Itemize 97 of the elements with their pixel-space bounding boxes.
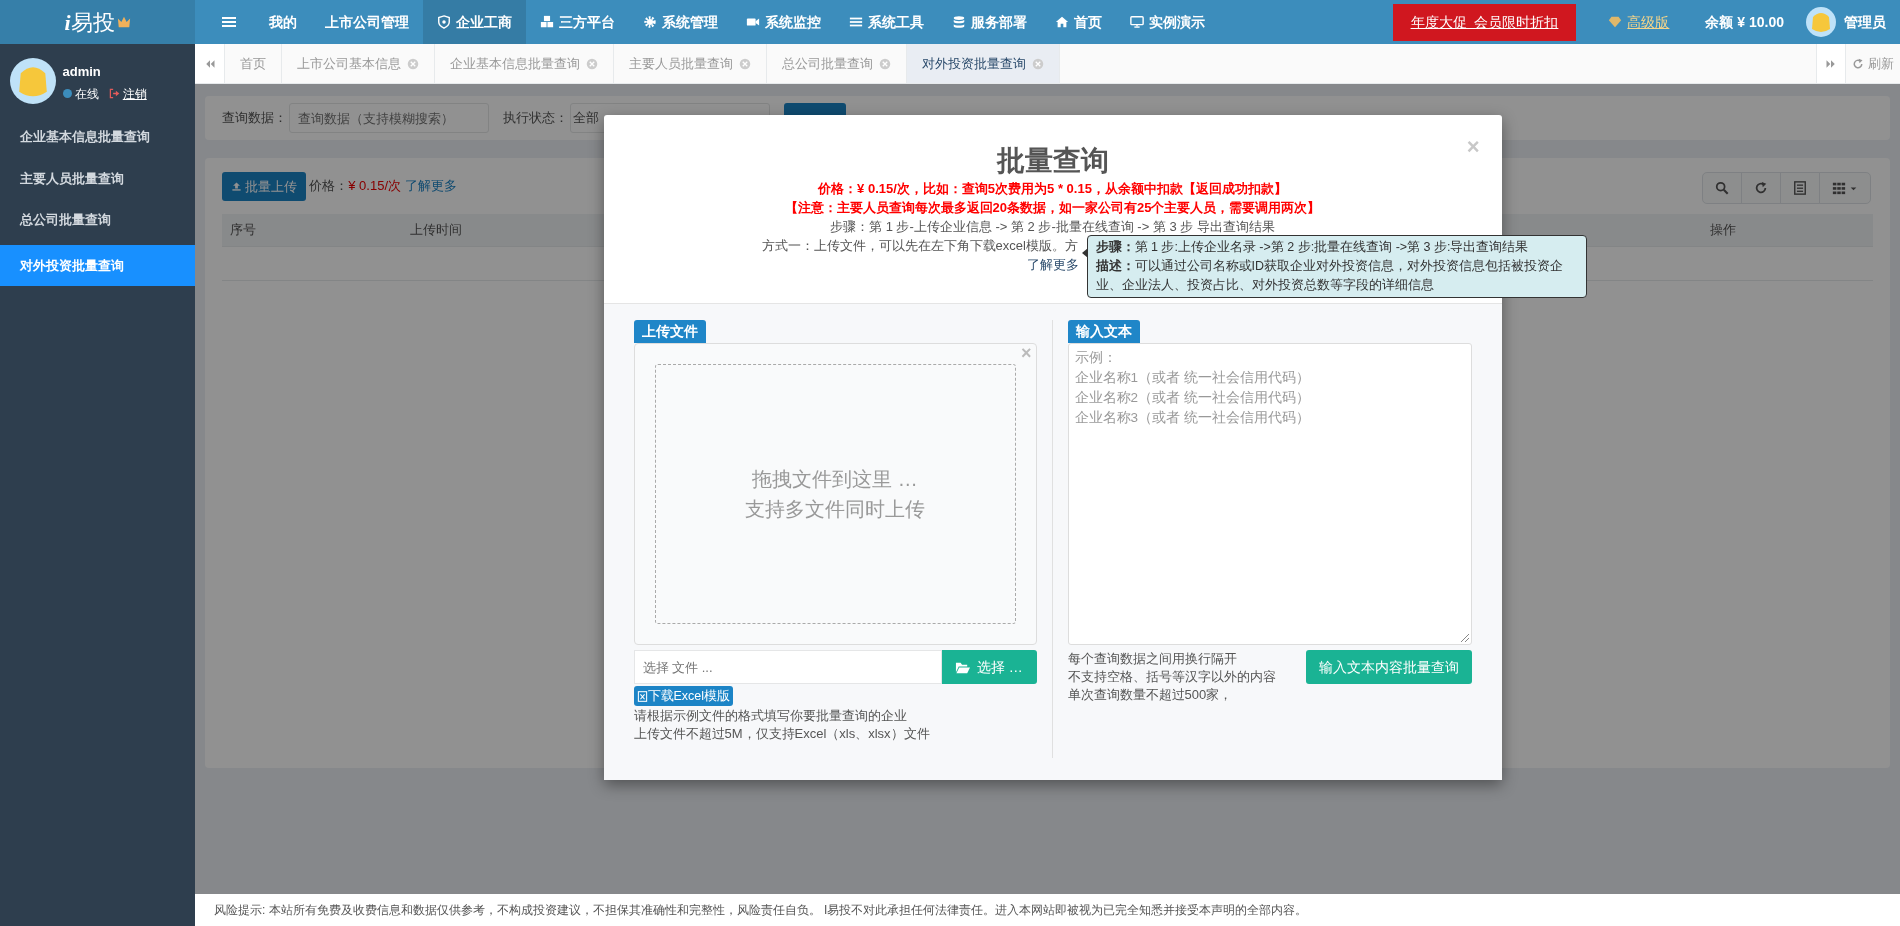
- hint-text: 每个查询数据之间用换行隔开: [1067, 650, 1238, 668]
- monitor-icon: [1130, 15, 1144, 29]
- shield-icon: [437, 15, 451, 29]
- file-name-field[interactable]: 选择 文件 ...: [633, 650, 942, 684]
- page-tab[interactable]: 对外投资批量查询: [907, 44, 1060, 83]
- balance-text: 余额 ¥ 10.00: [1704, 12, 1785, 32]
- download-template-button[interactable]: 下载Excel模版: [633, 686, 734, 706]
- status-dot: [62, 89, 72, 98]
- upload-button[interactable]: 批量上传: [222, 172, 307, 201]
- placeholder-text: 企业名称3（或者 统一社会信用代码）: [1074, 409, 1310, 427]
- column-header: 上传时间: [410, 222, 462, 238]
- note-text: 方式一：上传文件，可以先在左下角下载excel模版。方: [761, 238, 1078, 253]
- menu-icon: [221, 14, 237, 30]
- section-label: 输入文本: [1067, 320, 1140, 343]
- status-text: 在线: [74, 85, 99, 103]
- tooltip-text: 步骤：第 1 步:上传企业名录 ->第 2 步:批量在线查询 ->第 3 步:导出查询结果: [1095, 239, 1530, 256]
- scroll-left-button[interactable]: [195, 44, 225, 83]
- nav-link[interactable]: 首页: [1041, 0, 1116, 44]
- page-tab[interactable]: 主要人员批量查询: [614, 44, 767, 83]
- logout-icon: [108, 88, 120, 99]
- nav-link[interactable]: 系统监控: [732, 0, 835, 44]
- learn-more-link[interactable]: 了解更多: [1026, 257, 1079, 272]
- list-view-icon: [1792, 181, 1807, 195]
- nav-link[interactable]: 系统工具: [835, 0, 938, 44]
- nav-link[interactable]: 系统管理: [629, 0, 732, 44]
- sidebar-item[interactable]: 对外投资批量查询: [0, 244, 195, 286]
- database-icon: [952, 15, 966, 29]
- drop-text: 支持多文件同时上传: [745, 497, 925, 522]
- drop-zone[interactable]: × 拖拽文件到这里 … 支持多文件同时上传: [633, 343, 1037, 645]
- grid-icon: [1831, 181, 1846, 195]
- avatar: [1806, 7, 1836, 37]
- hint-text: 单次查询数量不超过500家，: [1067, 686, 1234, 704]
- cubes-icon: [540, 15, 554, 29]
- note-text: 步骤：第 1 步-上传企业信息 -> 第 2 步-批量在线查询 -> 第 3 步 导出查询结果: [830, 219, 1275, 234]
- toolbar-button[interactable]: [1818, 172, 1871, 204]
- gear-icon: [643, 15, 657, 29]
- resize-grip-icon: [1460, 634, 1469, 642]
- close-button[interactable]: ×: [1021, 340, 1032, 367]
- column-header: 序号: [230, 222, 256, 238]
- page-tab[interactable]: 首页: [225, 44, 282, 83]
- nav-link[interactable]: 实例演示: [1116, 0, 1219, 44]
- list-icon: [849, 15, 863, 29]
- learn-more-link[interactable]: 了解更多: [405, 176, 457, 196]
- home-icon: [1055, 15, 1069, 29]
- upload-icon: [231, 181, 242, 192]
- hint-text: 上传文件不超过5M，仅支持Excel（xls、xlsx）文件: [633, 725, 931, 743]
- nav-link[interactable]: 企业工商: [423, 0, 526, 44]
- field-label: 查询数据：: [222, 109, 287, 128]
- excel-file-icon: [636, 690, 648, 702]
- text-input-area[interactable]: 示例： 企业名称1（或者 统一社会信用代码） 企业名称2（或者 统一社会信用代码） 企业名称3（或者 统一社会信用代码）: [1067, 343, 1472, 645]
- nav-link[interactable]: 三方平台: [526, 0, 629, 44]
- hint-text: 请根据示例文件的格式填写你要批量查询的企业: [633, 707, 908, 725]
- note-text: 【注意：主要人员查询每次最多返回20条数据，如一家公司有25个主要人员，需要调用两次】: [784, 200, 1321, 215]
- field-label: 执行状态：: [503, 109, 568, 128]
- search-field[interactable]: 查询数据（支持模糊搜索）: [289, 103, 489, 133]
- price-text: 价格：¥ 0.15/次: [309, 177, 401, 195]
- placeholder-text: 企业名称2（或者 统一社会信用代码）: [1074, 389, 1310, 407]
- page-tab[interactable]: 上市公司基本信息: [282, 44, 435, 83]
- drop-text: 拖拽文件到这里 …: [752, 467, 918, 492]
- user-name: admin: [62, 63, 102, 81]
- note-text: 价格：¥ 0.15/次，比如：查询5次费用为5 * 0.15，从余额中扣款【返回成功扣款】: [818, 181, 1287, 196]
- refresh-button[interactable]: 刷新: [1845, 44, 1900, 83]
- close-icon: [739, 57, 751, 70]
- close-icon: [1032, 57, 1044, 70]
- toolbar-button[interactable]: [1740, 172, 1781, 204]
- nav-link[interactable]: 上市公司管理: [311, 0, 423, 44]
- page-tab[interactable]: 企业基本信息批量查询: [435, 44, 614, 83]
- refresh-icon: [1852, 57, 1865, 70]
- refresh-icon: [1753, 181, 1768, 195]
- logo: i易投: [64, 8, 115, 37]
- close-icon: [879, 57, 891, 70]
- toolbar-button[interactable]: [1779, 172, 1820, 204]
- sidebar-item[interactable]: 主要人员批量查询: [0, 157, 195, 199]
- nav-link[interactable]: 服务部署: [938, 0, 1041, 44]
- hint-text: 不支持空格、括号等汉字以外的内容: [1067, 668, 1276, 686]
- search-icon: [1714, 181, 1729, 195]
- crown-icon: [116, 15, 131, 29]
- close-icon: [407, 57, 419, 70]
- placeholder-text: 企业名称1（或者 统一社会信用代码）: [1074, 369, 1310, 387]
- promo-banner[interactable]: 年度大促 会员限时折扣: [1392, 4, 1577, 41]
- sidebar-item[interactable]: 企业基本信息批量查询: [0, 116, 195, 158]
- placeholder-text: 示例：: [1074, 349, 1117, 367]
- batch-query-button[interactable]: 输入文本内容批量查询: [1305, 650, 1472, 684]
- diamond-icon: [1608, 15, 1623, 29]
- modal-title: 批量查询: [996, 145, 1109, 176]
- disclaimer-text: 风险提示: 本站所有免费及收费信息和数据仅供参考，不构成投资建议，不担保其准确性和完整性，风险责任自负。 I易投不对此承担任何法律责任。进入本网站即被视为已完全知悉并接受本声明的全部内容。: [214, 902, 1308, 919]
- tooltip-text: 描述：可以通过公司名称或ID获取企业对外投资信息，对外投资信息包括被投资企业、企业法人、投资占比、对外投资总数等字段的详细信息: [1095, 258, 1564, 294]
- logout-link[interactable]: 注销: [108, 84, 147, 103]
- nav-link[interactable]: 我的: [255, 0, 311, 44]
- toolbar-button[interactable]: [1701, 172, 1742, 204]
- close-icon: [586, 57, 598, 70]
- section-label: 上传文件: [633, 320, 706, 343]
- column-header: 操作: [1710, 222, 1736, 238]
- avatar: [10, 58, 56, 104]
- sidebar-item[interactable]: 总公司批量查询: [0, 199, 195, 241]
- user-menu[interactable]: 管理员: [1806, 0, 1900, 44]
- browse-button[interactable]: 选择 …: [941, 650, 1037, 684]
